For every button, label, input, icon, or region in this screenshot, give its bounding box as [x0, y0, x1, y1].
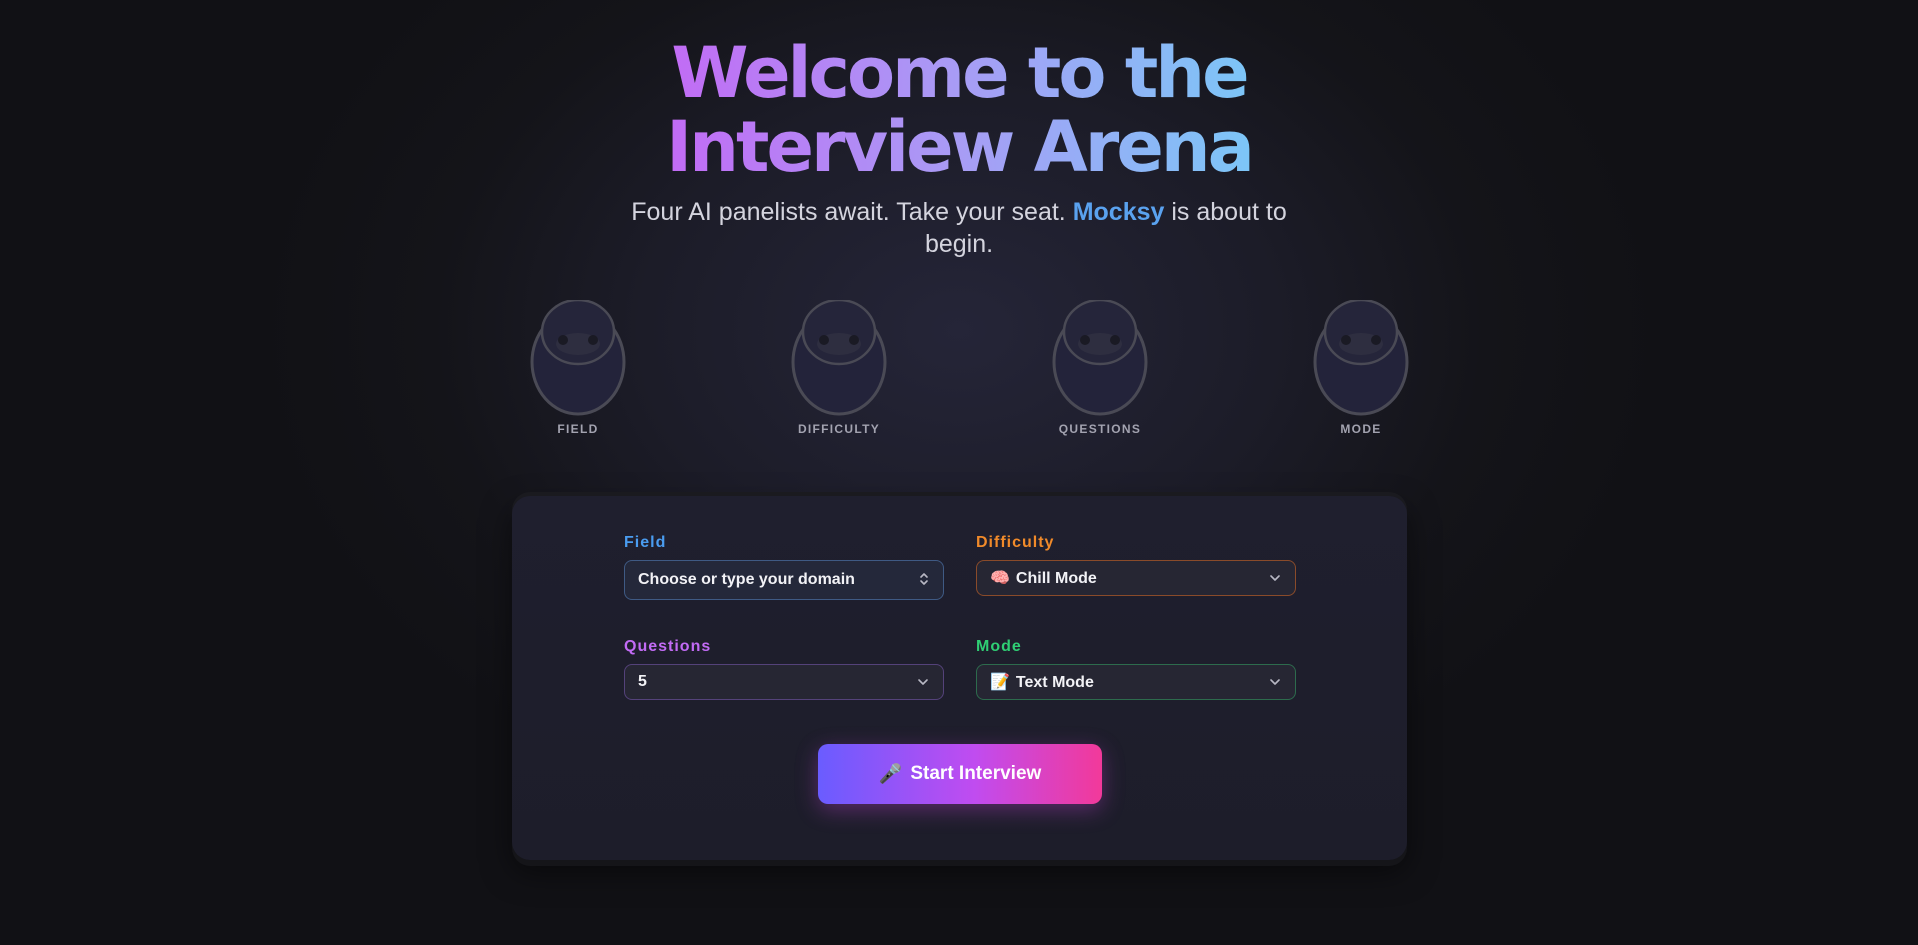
questions-label: Questions	[624, 638, 712, 655]
questions-select[interactable]: 5	[624, 664, 944, 700]
updown-chevron-icon	[919, 572, 929, 589]
panelist-avatar-icon	[530, 300, 626, 416]
hero: Welcome to the Interview Arena Four AI p…	[0, 36, 1918, 260]
panelist-mode: MODE	[1291, 300, 1431, 436]
field-group: Field Choose or type your domain	[624, 534, 944, 600]
page-title: Welcome to the Interview Arena	[666, 36, 1252, 184]
questions-value: 5	[638, 673, 647, 690]
start-interview-label: Start Interview	[910, 763, 1042, 784]
panelist-questions: QUESTIONS	[1030, 300, 1170, 436]
mode-group: Mode 📝 Text Mode	[976, 638, 1296, 700]
panelists-row: FIELD DIFFICULTY QUESTIONS MODE	[508, 300, 1409, 450]
chevron-down-icon	[1269, 675, 1281, 689]
brand-name: Mocksy	[1072, 198, 1165, 226]
subtitle-text-before: Four AI panelists await. Take your seat.	[631, 198, 1066, 226]
difficulty-value: Chill Mode	[1015, 570, 1097, 587]
title-line-1: Welcome to the	[671, 32, 1247, 114]
panelist-label: MODE	[1340, 422, 1382, 436]
mode-value: Text Mode	[1015, 674, 1094, 691]
mode-label: Mode	[976, 638, 1022, 655]
difficulty-select[interactable]: 🧠 Chill Mode	[976, 560, 1296, 596]
difficulty-label: Difficulty	[976, 534, 1055, 551]
difficulty-selected: 🧠 Chill Mode	[990, 568, 1097, 588]
subtitle: Four AI panelists await. Take your seat.…	[609, 196, 1309, 260]
panelist-avatar-icon	[791, 300, 887, 416]
panelist-avatar-icon	[1313, 300, 1409, 416]
microphone-icon: 🎤	[878, 764, 903, 785]
start-interview-button[interactable]: 🎤 Start Interview	[818, 744, 1102, 804]
panelist-difficulty: DIFFICULTY	[769, 300, 909, 436]
panelist-avatar-icon	[1052, 300, 1148, 416]
memo-icon: 📝	[990, 674, 1010, 691]
interview-setup-card: Field Choose or type your domain Difficu…	[512, 496, 1407, 860]
field-label: Field	[624, 534, 667, 551]
mode-select[interactable]: 📝 Text Mode	[976, 664, 1296, 700]
questions-group: Questions 5	[624, 638, 944, 700]
panelist-label: FIELD	[557, 422, 599, 436]
panelist-field: FIELD	[508, 300, 648, 436]
brain-icon: 🧠	[990, 570, 1010, 587]
chevron-down-icon	[1269, 571, 1281, 585]
panelist-label: DIFFICULTY	[797, 422, 881, 436]
difficulty-group: Difficulty 🧠 Chill Mode	[976, 534, 1296, 596]
field-value: Choose or type your domain	[638, 571, 855, 588]
panelist-label: QUESTIONS	[1058, 422, 1142, 436]
mode-selected: 📝 Text Mode	[990, 672, 1094, 692]
chevron-down-icon	[917, 675, 929, 689]
title-line-2: Interview Arena	[666, 106, 1252, 188]
field-combobox[interactable]: Choose or type your domain	[624, 560, 944, 600]
